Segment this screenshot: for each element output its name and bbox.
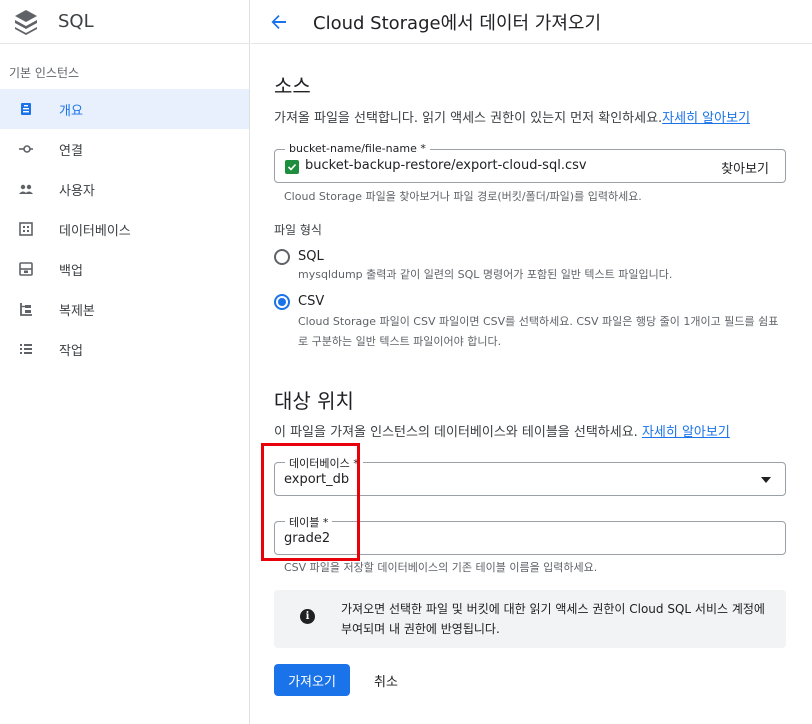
- database-value: export_db: [284, 472, 350, 487]
- sidebar-item-label: 백업: [59, 263, 83, 279]
- page-title: Cloud Storage에서 데이터 가져오기: [313, 12, 602, 34]
- databases-icon: [18, 221, 34, 237]
- check-icon: [285, 160, 299, 174]
- sidebar-item-users[interactable]: 사용자: [0, 169, 249, 209]
- sidebar-item-operations[interactable]: 작업: [0, 329, 249, 369]
- source-heading: 소스: [274, 74, 311, 98]
- destination-description: 이 파일을 가져올 인스턴스의 데이터베이스와 테이블을 선택하세요. 자세히 …: [274, 421, 730, 440]
- page-header: Cloud Storage에서 데이터 가져오기: [251, 0, 812, 44]
- sidebar-item-overview[interactable]: 개요: [0, 89, 249, 129]
- destination-learn-more-link[interactable]: 자세히 알아보기: [642, 425, 730, 440]
- file-path-helper: Cloud Storage 파일을 찾아보거나 파일 경로(버킷/폴더/파일)를…: [284, 190, 642, 203]
- sidebar-item-label: 복제본: [59, 303, 95, 319]
- back-arrow-icon[interactable]: [267, 10, 291, 34]
- sidebar-item-label: 사용자: [59, 183, 95, 199]
- sidebar-item-label: 연결: [59, 143, 83, 159]
- file-path-field[interactable]: bucket-name/file-name * bucket-backup-re…: [274, 142, 786, 183]
- sidebar-item-replicas[interactable]: 복제본: [0, 289, 249, 329]
- brand-bar: SQL: [0, 0, 249, 44]
- table-label: 테이블 *: [285, 514, 333, 530]
- app-title: SQL: [58, 11, 94, 32]
- sidebar-item-backups[interactable]: 백업: [0, 249, 249, 289]
- dropdown-arrow-icon: [761, 477, 771, 483]
- format-sql-label: SQL: [298, 249, 324, 264]
- overview-icon: [18, 101, 34, 117]
- import-button[interactable]: 가져오기: [274, 664, 350, 696]
- source-learn-more-link[interactable]: 자세히 알아보기: [662, 111, 750, 126]
- format-csv-description: Cloud Storage 파일이 CSV 파일이면 CSV를 선택하세요. C…: [298, 315, 779, 348]
- connections-icon: [18, 141, 34, 157]
- cancel-button[interactable]: 취소: [374, 671, 398, 690]
- permission-info-text: 가져오면 선택한 파일 및 버킷에 대한 읽기 액세스 권한이 Cloud SQ…: [341, 602, 765, 636]
- sidebar-item-databases[interactable]: 데이터베이스: [0, 209, 249, 249]
- file-format-label: 파일 형식: [274, 223, 322, 237]
- format-sql-radio[interactable]: [274, 249, 290, 265]
- table-value: grade2: [284, 531, 331, 546]
- format-csv-label: CSV: [298, 294, 325, 309]
- sidebar: SQL 기본 인스턴스 개요 연결 사용자 데이터베이스 백업 복제본 작업: [0, 0, 250, 724]
- sidebar-item-label: 개요: [59, 103, 83, 119]
- database-select[interactable]: 데이터베이스 * export_db: [274, 455, 786, 496]
- sidebar-item-label: 데이터베이스: [59, 223, 131, 239]
- destination-heading: 대상 위치: [274, 389, 354, 413]
- format-sql-description: mysqldump 출력과 같이 일련의 SQL 명령어가 포함된 일반 텍스트…: [298, 268, 673, 281]
- destination-description-text: 이 파일을 가져올 인스턴스의 데이터베이스와 테이블을 선택하세요.: [274, 425, 638, 440]
- table-helper: CSV 파일을 저장할 데이터베이스의 기존 테이블 이름을 입력하세요.: [284, 561, 598, 574]
- sidebar-item-connections[interactable]: 연결: [0, 129, 249, 169]
- backups-icon: [18, 261, 34, 277]
- file-path-label: bucket-name/file-name *: [285, 142, 430, 155]
- operations-icon: [18, 341, 34, 357]
- database-label: 데이터베이스 *: [285, 455, 363, 471]
- permission-info-box: i 가져오면 선택한 파일 및 버킷에 대한 읽기 액세스 권한이 Cloud …: [274, 590, 786, 648]
- format-csv-radio[interactable]: [274, 294, 290, 310]
- info-icon: i: [300, 609, 315, 624]
- source-description: 가져올 파일을 선택합니다. 읽기 액세스 권한이 있는지 먼저 확인하세요.자…: [274, 107, 750, 126]
- cloud-sql-logo-icon[interactable]: [14, 9, 38, 35]
- sidebar-item-label: 작업: [59, 343, 83, 359]
- users-icon: [18, 181, 34, 197]
- instance-section-label: 기본 인스턴스: [9, 66, 80, 80]
- table-input[interactable]: 테이블 * grade2: [274, 514, 786, 555]
- source-description-text: 가져올 파일을 선택합니다. 읽기 액세스 권한이 있는지 먼저 확인하세요.: [274, 111, 663, 126]
- browse-button[interactable]: 찾아보기: [721, 158, 769, 177]
- replicas-icon: [18, 301, 34, 317]
- file-path-value: bucket-backup-restore/export-cloud-sql.c…: [305, 158, 587, 173]
